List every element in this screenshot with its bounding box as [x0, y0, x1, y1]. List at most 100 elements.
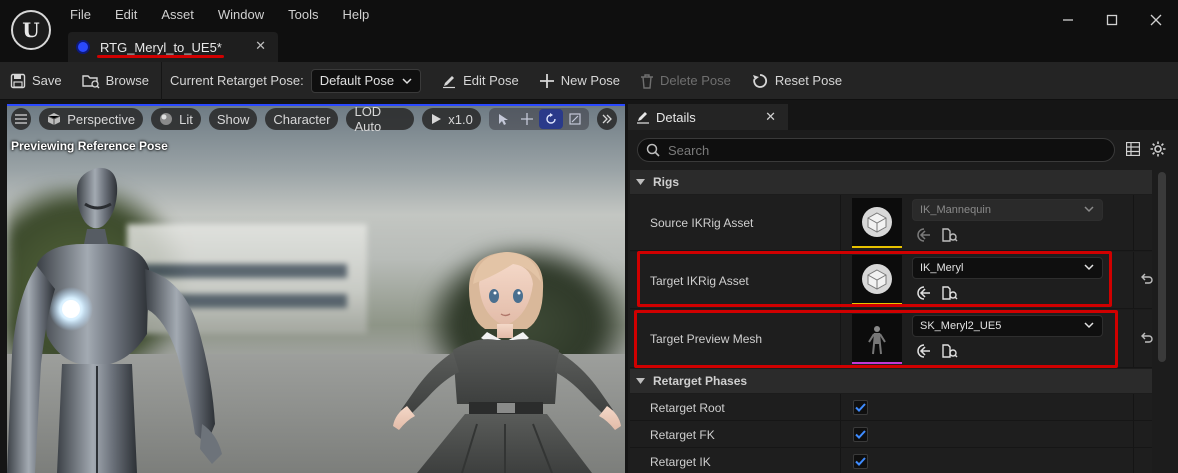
- source-ikrig-tools: [916, 227, 968, 243]
- preview-viewport[interactable]: Perspective Lit Show Character LOD Auto …: [7, 104, 625, 473]
- column-divider: [1133, 394, 1134, 420]
- retarget-fk-label: Retarget FK: [650, 428, 715, 442]
- show-label: Show: [216, 111, 250, 127]
- tab-close-icon[interactable]: ✕: [255, 38, 266, 54]
- current-pose-label: Current Retarget Pose:: [170, 73, 304, 88]
- close-window-button[interactable]: [1134, 0, 1178, 40]
- perspective-label: Perspective: [67, 111, 136, 127]
- retarget-root-row: Retarget Root: [630, 394, 1152, 421]
- column-divider: [840, 195, 841, 250]
- column-divider: [1133, 310, 1134, 367]
- retarget-root-checkbox[interactable]: [853, 400, 868, 415]
- details-tab-bar: Details ✕: [628, 104, 1178, 130]
- column-divider: [840, 448, 841, 473]
- retargeter-asset-icon: [76, 40, 90, 54]
- target-meryl-character: [393, 252, 621, 473]
- tab-annotation-underline: [97, 55, 224, 58]
- browse-asset-icon: [942, 228, 958, 242]
- column-divider: [1133, 421, 1134, 447]
- reset-to-default-icon[interactable]: [1141, 332, 1153, 344]
- retarget-ik-row: Retarget IK: [630, 448, 1152, 473]
- menu-edit[interactable]: Edit: [103, 5, 149, 24]
- details-tab-label: Details: [656, 109, 696, 125]
- chevron-down-icon: [402, 77, 412, 84]
- reset-pose-label: Reset Pose: [774, 73, 843, 88]
- rotate-icon: [546, 113, 556, 124]
- character-button[interactable]: Character: [265, 108, 339, 130]
- maximize-button[interactable]: [1090, 0, 1134, 40]
- move-arrows-icon: [520, 113, 533, 125]
- double-chevron-right-icon: [602, 114, 612, 124]
- gear-icon[interactable]: [1150, 141, 1166, 157]
- viewport-overflow-button[interactable]: [596, 108, 618, 130]
- viewport-toolbar: Perspective Lit Show Character LOD Auto …: [11, 104, 625, 134]
- collapse-arrow-icon: [636, 377, 645, 384]
- viewport-menu-button[interactable]: [11, 108, 32, 130]
- scale-icon: [569, 113, 581, 125]
- browse-folder-icon: [81, 74, 100, 88]
- title-bar: U File Edit Asset Window Tools Help RTG_…: [0, 0, 1178, 62]
- play-speed-button[interactable]: x1.0: [422, 108, 481, 130]
- lit-button[interactable]: Lit: [151, 108, 201, 130]
- rotate-tool-button[interactable]: [538, 109, 563, 129]
- viewport-active-indicator: [7, 104, 625, 106]
- save-button[interactable]: Save: [0, 62, 72, 100]
- retarget-phases-section-header[interactable]: Retarget Phases: [630, 369, 1152, 393]
- translate-tool-button[interactable]: [515, 109, 539, 129]
- unreal-logo-icon[interactable]: U: [11, 10, 51, 50]
- character-label: Character: [273, 111, 331, 127]
- cursor-icon: [498, 114, 508, 125]
- source-ikrig-row: Source IKRig Asset IK_Mannequin: [630, 195, 1152, 251]
- reset-icon: [752, 73, 767, 88]
- delete-pose-button[interactable]: Delete Pose: [630, 62, 741, 100]
- details-search-input[interactable]: [668, 142, 1088, 158]
- ikrig-asset-icon: [862, 207, 892, 237]
- source-ikrig-thumbnail[interactable]: [852, 198, 902, 248]
- checkmark-icon: [855, 430, 866, 439]
- show-button[interactable]: Show: [208, 108, 258, 130]
- details-tab[interactable]: Details ✕: [628, 104, 788, 130]
- browse-label: Browse: [105, 73, 149, 88]
- menu-asset[interactable]: Asset: [149, 5, 206, 24]
- collapse-arrow-icon: [636, 178, 645, 185]
- browse-asset-button[interactable]: [942, 227, 958, 243]
- checkmark-icon: [855, 457, 866, 466]
- toolbar-separator: [161, 61, 162, 100]
- retarget-ik-checkbox[interactable]: [853, 454, 868, 469]
- column-divider: [1133, 448, 1134, 473]
- details-close-icon[interactable]: ✕: [765, 109, 776, 125]
- minimize-icon: [1063, 19, 1073, 21]
- reset-pose-button[interactable]: Reset Pose: [741, 62, 852, 100]
- retarget-fk-row: Retarget FK: [630, 421, 1152, 448]
- pencil-icon: [443, 75, 456, 88]
- new-pose-button[interactable]: New Pose: [529, 62, 630, 100]
- source-ikrig-dropdown[interactable]: IK_Mannequin: [912, 199, 1103, 221]
- perspective-button[interactable]: Perspective: [39, 108, 144, 130]
- reset-to-default-icon[interactable]: [1141, 273, 1153, 285]
- menu-window[interactable]: Window: [206, 5, 276, 24]
- retarget-fk-checkbox[interactable]: [853, 427, 868, 442]
- trash-icon: [641, 73, 654, 89]
- table-view-icon[interactable]: [1126, 142, 1140, 156]
- menu-file[interactable]: File: [58, 5, 103, 24]
- use-selected-asset-button[interactable]: [916, 227, 932, 243]
- lod-button[interactable]: LOD Auto: [346, 104, 415, 134]
- menu-help[interactable]: Help: [330, 5, 381, 24]
- details-scrollbar[interactable]: [1158, 172, 1166, 362]
- maximize-icon: [1106, 14, 1118, 26]
- edit-pose-button[interactable]: Edit Pose: [431, 62, 529, 100]
- rigs-section-header[interactable]: Rigs: [630, 170, 1152, 194]
- select-tool-button[interactable]: [491, 109, 515, 129]
- retarget-pose-dropdown[interactable]: Default Pose: [310, 68, 422, 93]
- minimize-button[interactable]: [1046, 0, 1090, 40]
- scale-tool-button[interactable]: [563, 109, 587, 129]
- column-divider: [1133, 195, 1134, 250]
- browse-button[interactable]: Browse: [72, 62, 159, 100]
- chevron-down-icon: [1084, 206, 1094, 213]
- target-ikrig-highlight-box: [637, 251, 1112, 307]
- menu-tools[interactable]: Tools: [276, 5, 330, 24]
- details-pencil-icon: [637, 112, 649, 124]
- retarget-pose-value: Default Pose: [319, 73, 395, 88]
- edit-pose-label: Edit Pose: [463, 73, 519, 88]
- retarget-ik-label: Retarget IK: [650, 455, 711, 469]
